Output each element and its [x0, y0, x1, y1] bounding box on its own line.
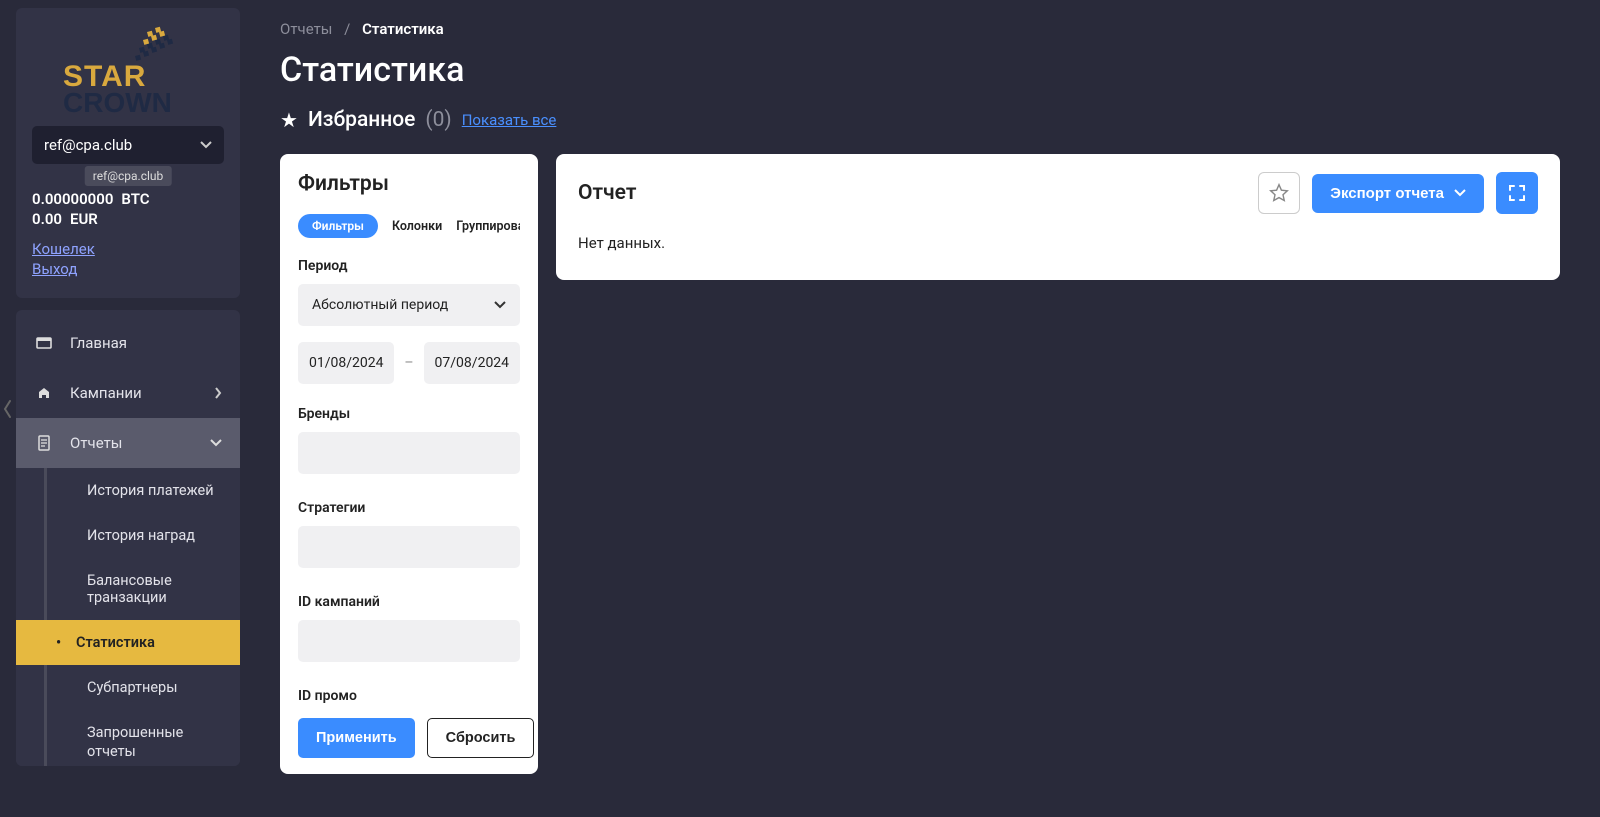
nav: Главная Кампании Отчеты: [16, 310, 240, 766]
account-dropdown[interactable]: ref@cpa.club ref@cpa.club: [32, 126, 224, 164]
fullscreen-button[interactable]: [1496, 172, 1538, 214]
subnav-payment-history[interactable]: История платежей: [44, 468, 240, 513]
nav-reports[interactable]: Отчеты: [16, 418, 240, 468]
campaign-ids-label: ID кампаний: [298, 594, 520, 610]
nav-home-label: Главная: [70, 334, 127, 352]
breadcrumb: Отчеты / Статистика: [280, 20, 1560, 38]
account-block: ref@cpa.club ref@cpa.club 0.00000000 BTC…: [16, 126, 240, 298]
tab-group[interactable]: Группировать: [456, 219, 520, 234]
period-label: Период: [298, 258, 520, 274]
subnav-subpartners[interactable]: Субпартнеры: [44, 665, 240, 710]
report-title: Отчет: [578, 181, 636, 205]
reset-button[interactable]: Сбросить: [427, 718, 535, 758]
tab-columns[interactable]: Колонки: [392, 219, 442, 234]
strategies-input[interactable]: [298, 526, 520, 568]
main: Отчеты / Статистика Статистика ★ Избранн…: [256, 0, 1600, 817]
report-panel: Отчет Экспорт отчета: [556, 154, 1560, 280]
home-icon: [34, 336, 54, 350]
favorites-show-all[interactable]: Показать все: [462, 111, 557, 129]
sidebar: STAR CROWN ref@cpa.club ref@cpa.club 0.0…: [16, 8, 240, 298]
tab-filters[interactable]: Фильтры: [298, 214, 378, 238]
star-icon: ★: [280, 108, 298, 132]
favorites-row: ★ Избранное (0) Показать все: [280, 108, 1560, 132]
subnav-rewards-history[interactable]: История наград: [44, 513, 240, 558]
apply-button[interactable]: Применить: [298, 718, 415, 758]
account-email: ref@cpa.club: [44, 136, 132, 154]
filter-tabs: Фильтры Колонки Группировать: [298, 214, 520, 238]
campaigns-icon: [34, 385, 54, 401]
chevron-down-icon: [210, 439, 222, 447]
breadcrumb-root[interactable]: Отчеты: [280, 20, 332, 38]
star-outline-icon: [1269, 183, 1289, 203]
svg-text:CROWN: CROWN: [63, 87, 172, 116]
filters-panel: Фильтры Фильтры Колонки Группировать Пер…: [280, 154, 538, 774]
wallet-link[interactable]: Кошелек: [32, 240, 224, 258]
report-no-data: Нет данных.: [578, 234, 1538, 252]
promo-ids-label: ID промо: [298, 688, 520, 704]
date-from[interactable]: 01/08/2024: [298, 342, 394, 384]
balance-btc: 0.00000000 BTC: [32, 190, 224, 208]
collapse-handle[interactable]: [0, 395, 16, 423]
breadcrumb-current: Статистика: [362, 20, 444, 38]
nav-home[interactable]: Главная: [16, 318, 240, 368]
account-tooltip: ref@cpa.club: [85, 166, 172, 186]
chevron-down-icon: [494, 301, 506, 309]
fullscreen-icon: [1508, 184, 1526, 202]
page-title: Статистика: [280, 50, 1560, 90]
reports-icon: [34, 435, 54, 451]
brands-input[interactable]: [298, 432, 520, 474]
filters-title: Фильтры: [298, 172, 520, 196]
logo: STAR CROWN: [16, 8, 240, 126]
campaign-ids-input[interactable]: [298, 620, 520, 662]
date-to[interactable]: 07/08/2024: [424, 342, 520, 384]
favorites-count: (0): [425, 108, 451, 132]
subnav-requested[interactable]: Запрошенные отчеты: [44, 710, 240, 766]
chevron-down-icon: [1454, 189, 1466, 197]
chevron-right-icon: [214, 387, 222, 399]
subnav-balance-tx[interactable]: Балансовые транзакции: [44, 558, 240, 620]
period-select[interactable]: Абсолютный период: [298, 284, 520, 326]
subnav-statistics[interactable]: Статистика: [16, 620, 240, 665]
chevron-down-icon: [200, 141, 212, 149]
favorites-label: Избранное: [308, 108, 415, 132]
balance-eur: 0.00 EUR: [32, 210, 224, 228]
nav-reports-label: Отчеты: [70, 434, 122, 452]
strategies-label: Стратегии: [298, 500, 520, 516]
favorite-report-button[interactable]: [1258, 172, 1300, 214]
export-report-button[interactable]: Экспорт отчета: [1312, 174, 1484, 213]
brands-label: Бренды: [298, 406, 520, 422]
nav-campaigns[interactable]: Кампании: [16, 368, 240, 418]
logout-link[interactable]: Выход: [32, 260, 224, 278]
nav-campaigns-label: Кампании: [70, 384, 142, 402]
